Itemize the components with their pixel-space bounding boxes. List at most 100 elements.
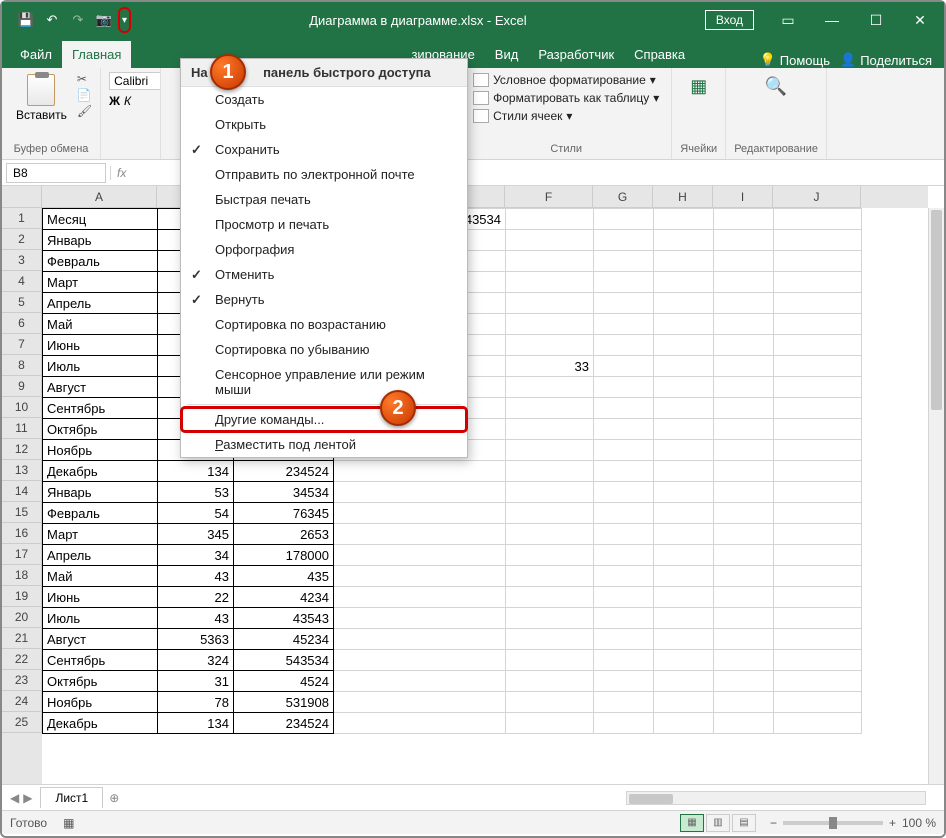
- cell[interactable]: [774, 524, 862, 545]
- italic-button[interactable]: К: [124, 94, 131, 108]
- menu-item-2[interactable]: ✓Сохранить: [181, 137, 467, 162]
- menu-item-4[interactable]: Быстрая печать: [181, 187, 467, 212]
- cell[interactable]: [506, 608, 594, 629]
- cell[interactable]: [714, 461, 774, 482]
- cell[interactable]: 54: [158, 503, 234, 524]
- row-header-25[interactable]: 25: [2, 712, 42, 733]
- cell[interactable]: [774, 230, 862, 251]
- cell[interactable]: 53: [158, 482, 234, 503]
- format-painter-icon[interactable]: 🖌: [77, 104, 92, 118]
- cell[interactable]: [654, 209, 714, 230]
- find-icon[interactable]: 🔍: [760, 72, 792, 100]
- cell[interactable]: 45234: [234, 629, 334, 650]
- minimize-icon[interactable]: —: [812, 5, 852, 35]
- save-icon[interactable]: 💾: [14, 8, 38, 32]
- cell[interactable]: 234524: [234, 713, 334, 734]
- cell[interactable]: [594, 377, 654, 398]
- cell[interactable]: [506, 692, 594, 713]
- cell[interactable]: [714, 482, 774, 503]
- cell[interactable]: [654, 482, 714, 503]
- cell[interactable]: [506, 713, 594, 734]
- cell[interactable]: [594, 545, 654, 566]
- cell[interactable]: [714, 629, 774, 650]
- cell[interactable]: [774, 272, 862, 293]
- cell[interactable]: [506, 587, 594, 608]
- conditional-formatting-button[interactable]: Условное форматирование ▾: [469, 72, 663, 88]
- cell[interactable]: [654, 524, 714, 545]
- cell[interactable]: [506, 293, 594, 314]
- cell[interactable]: Январь: [43, 482, 158, 503]
- cell[interactable]: [654, 545, 714, 566]
- cell[interactable]: [714, 377, 774, 398]
- cell[interactable]: 324: [158, 650, 234, 671]
- cell[interactable]: [654, 230, 714, 251]
- cell[interactable]: Апрель: [43, 293, 158, 314]
- cell[interactable]: Сентябрь: [43, 398, 158, 419]
- cell[interactable]: [594, 629, 654, 650]
- cell[interactable]: [594, 314, 654, 335]
- row-header-16[interactable]: 16: [2, 523, 42, 544]
- bold-button[interactable]: Ж: [109, 94, 120, 108]
- menu-item-10[interactable]: Сортировка по убыванию: [181, 337, 467, 362]
- cell[interactable]: [714, 608, 774, 629]
- menu-more-commands[interactable]: Другие команды...: [181, 407, 467, 432]
- cell[interactable]: [774, 419, 862, 440]
- cell[interactable]: [506, 230, 594, 251]
- cell[interactable]: [506, 482, 594, 503]
- col-header-I[interactable]: I: [713, 186, 773, 208]
- view-page-layout-icon[interactable]: ▥: [706, 814, 730, 832]
- cell[interactable]: [506, 524, 594, 545]
- cell[interactable]: [594, 293, 654, 314]
- cell[interactable]: [506, 251, 594, 272]
- cell[interactable]: 34534: [234, 482, 334, 503]
- menu-item-0[interactable]: Создать: [181, 87, 467, 112]
- cell[interactable]: [714, 713, 774, 734]
- cell[interactable]: Май: [43, 566, 158, 587]
- vscroll-thumb[interactable]: [931, 210, 942, 410]
- cell[interactable]: [654, 503, 714, 524]
- cell[interactable]: [594, 209, 654, 230]
- vertical-scrollbar[interactable]: [928, 208, 944, 784]
- row-header-3[interactable]: 3: [2, 250, 42, 271]
- cell[interactable]: [774, 377, 862, 398]
- cell[interactable]: [506, 314, 594, 335]
- cell[interactable]: Декабрь: [43, 713, 158, 734]
- cell[interactable]: [594, 440, 654, 461]
- cell[interactable]: [334, 566, 506, 587]
- redo-icon[interactable]: ↷: [66, 8, 90, 32]
- cell[interactable]: [714, 566, 774, 587]
- cell[interactable]: [714, 419, 774, 440]
- cell[interactable]: [334, 713, 506, 734]
- row-header-2[interactable]: 2: [2, 229, 42, 250]
- view-page-break-icon[interactable]: ▤: [732, 814, 756, 832]
- cell[interactable]: 43: [158, 566, 234, 587]
- cell[interactable]: [774, 503, 862, 524]
- cell[interactable]: [506, 545, 594, 566]
- row-header-11[interactable]: 11: [2, 418, 42, 439]
- cell[interactable]: [774, 587, 862, 608]
- cell[interactable]: [654, 629, 714, 650]
- col-header-J[interactable]: J: [773, 186, 861, 208]
- cell[interactable]: [774, 629, 862, 650]
- tab-file[interactable]: Файл: [10, 41, 62, 68]
- cell[interactable]: Декабрь: [43, 461, 158, 482]
- add-sheet-button[interactable]: ⊕: [103, 787, 125, 809]
- cell[interactable]: 33: [506, 356, 594, 377]
- cell[interactable]: [654, 293, 714, 314]
- cell[interactable]: [654, 398, 714, 419]
- cell[interactable]: [774, 356, 862, 377]
- cell[interactable]: [334, 587, 506, 608]
- paste-button[interactable]: Вставить: [10, 72, 73, 124]
- cell[interactable]: [334, 503, 506, 524]
- macro-record-icon[interactable]: ▦: [63, 816, 74, 830]
- cell[interactable]: 4234: [234, 587, 334, 608]
- cell[interactable]: [334, 692, 506, 713]
- row-header-15[interactable]: 15: [2, 502, 42, 523]
- cell[interactable]: [594, 713, 654, 734]
- cells-grid[interactable]: МесяцПро543534ЯнварьФевральМартАпрельМай…: [42, 208, 928, 784]
- row-header-5[interactable]: 5: [2, 292, 42, 313]
- cell[interactable]: [334, 524, 506, 545]
- cell[interactable]: [594, 671, 654, 692]
- cell[interactable]: [774, 545, 862, 566]
- cell[interactable]: [774, 314, 862, 335]
